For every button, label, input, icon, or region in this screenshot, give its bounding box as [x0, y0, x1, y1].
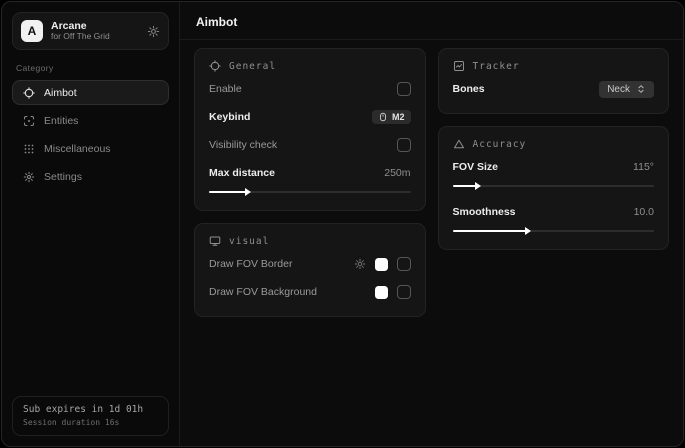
- slider-fill: [453, 185, 479, 187]
- draw-fov-background-label: Draw FOV Background: [209, 286, 317, 298]
- grid-dots-icon: [23, 143, 35, 155]
- bones-row: Bones Neck: [453, 78, 655, 100]
- app-logo: A: [21, 20, 43, 42]
- smoothness-row: Smoothness 10.0: [453, 201, 655, 223]
- accuracy-card-header: Accuracy: [453, 138, 655, 150]
- enable-label: Enable: [209, 83, 242, 95]
- card-title: visual: [229, 236, 269, 247]
- fov-size-row: FOV Size 115°: [453, 156, 655, 178]
- sub-expiry-text: Sub expires in 1d 01h: [23, 404, 158, 415]
- draw-fov-background-row: Draw FOV Background: [209, 281, 411, 303]
- keybind-button[interactable]: M2: [372, 110, 411, 124]
- visual-card: visual Draw FOV Border Draw: [194, 223, 426, 317]
- visibility-check-checkbox[interactable]: [397, 138, 411, 152]
- fov-background-color-swatch[interactable]: [375, 286, 388, 299]
- bones-select[interactable]: Neck: [599, 81, 654, 98]
- monitor-icon: [209, 235, 221, 247]
- enable-row: Enable: [209, 78, 411, 100]
- visibility-check-row: Visibility check: [209, 134, 411, 156]
- draw-fov-background-controls: [375, 285, 411, 299]
- session-duration-text: Session duration 16s: [23, 418, 158, 427]
- card-title: General: [229, 61, 276, 72]
- max-distance-slider[interactable]: [209, 187, 411, 197]
- sidebar-item-label: Entities: [44, 115, 78, 127]
- column-right: Tracker Bones Neck: [438, 48, 670, 250]
- page-title: Aimbot: [196, 15, 667, 29]
- gear-icon[interactable]: [147, 25, 160, 38]
- main-panel: Aimbot General Enable: [180, 2, 683, 446]
- card-title: Accuracy: [473, 139, 527, 150]
- draw-fov-border-controls: [354, 257, 411, 271]
- bones-value: Neck: [607, 84, 630, 95]
- triangle-icon: [453, 138, 465, 150]
- session-card: Sub expires in 1d 01h Session duration 1…: [12, 396, 169, 436]
- sidebar-item-entities[interactable]: Entities: [12, 108, 169, 133]
- sidebar: A Arcane for Off The Grid Category Aimbo…: [2, 2, 180, 446]
- max-distance-row: Max distance 250m: [209, 162, 411, 184]
- enable-checkbox[interactable]: [397, 82, 411, 96]
- draw-fov-border-checkbox[interactable]: [397, 257, 411, 271]
- crosshair-icon: [23, 87, 35, 99]
- fov-size-slider[interactable]: [453, 181, 655, 191]
- general-card-header: General: [209, 60, 411, 72]
- content-area: General Enable Keybind M2: [180, 40, 683, 325]
- sidebar-item-label: Aimbot: [44, 87, 77, 99]
- tracker-icon: [453, 60, 465, 72]
- app-title-block: Arcane for Off The Grid: [51, 20, 139, 42]
- draw-fov-border-label: Draw FOV Border: [209, 258, 292, 270]
- app-tagline: for Off The Grid: [51, 32, 139, 42]
- sidebar-item-settings[interactable]: Settings: [12, 164, 169, 189]
- draw-fov-background-checkbox[interactable]: [397, 285, 411, 299]
- sidebar-item-miscellaneous[interactable]: Miscellaneous: [12, 136, 169, 161]
- keybind-row: Keybind M2: [209, 106, 411, 128]
- general-card: General Enable Keybind M2: [194, 48, 426, 211]
- bones-label: Bones: [453, 83, 485, 95]
- draw-fov-border-row: Draw FOV Border: [209, 253, 411, 275]
- max-distance-value: 250m: [384, 167, 410, 179]
- sidebar-item-aimbot[interactable]: Aimbot: [12, 80, 169, 105]
- logo-card: A Arcane for Off The Grid: [12, 12, 169, 50]
- visual-card-header: visual: [209, 235, 411, 247]
- sidebar-nav: Aimbot Entities Miscellaneous Settings: [12, 80, 169, 189]
- app-window: A Arcane for Off The Grid Category Aimbo…: [1, 1, 684, 447]
- card-title: Tracker: [473, 61, 520, 72]
- sidebar-item-label: Settings: [44, 171, 82, 183]
- gear-icon[interactable]: [354, 258, 366, 270]
- gear-icon: [23, 171, 35, 183]
- keybind-value: M2: [392, 112, 405, 122]
- chevrons-up-down-icon: [636, 84, 646, 94]
- max-distance-label: Max distance: [209, 167, 275, 179]
- visibility-check-label: Visibility check: [209, 139, 277, 151]
- accuracy-card: Accuracy FOV Size 115° Smoothness 10.0: [438, 126, 670, 250]
- scan-icon: [23, 115, 35, 127]
- crosshair-icon: [209, 60, 221, 72]
- smoothness-slider[interactable]: [453, 226, 655, 236]
- fov-border-color-swatch[interactable]: [375, 258, 388, 271]
- category-label: Category: [16, 63, 165, 73]
- slider-fill: [209, 191, 249, 193]
- slider-track: [453, 185, 655, 187]
- column-left: General Enable Keybind M2: [194, 48, 426, 317]
- sidebar-item-label: Miscellaneous: [44, 143, 111, 155]
- keybind-label: Keybind: [209, 111, 250, 123]
- smoothness-label: Smoothness: [453, 206, 516, 218]
- slider-fill: [453, 230, 530, 232]
- fov-size-label: FOV Size: [453, 161, 499, 173]
- mouse-icon: [378, 112, 388, 122]
- smoothness-value: 10.0: [634, 206, 654, 218]
- fov-size-value: 115°: [633, 161, 654, 173]
- tracker-card: Tracker Bones Neck: [438, 48, 670, 114]
- main-header: Aimbot: [180, 2, 683, 40]
- tracker-card-header: Tracker: [453, 60, 655, 72]
